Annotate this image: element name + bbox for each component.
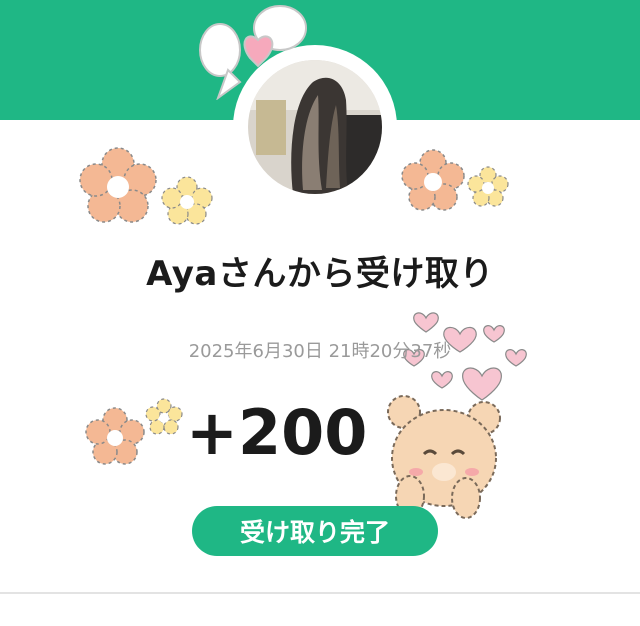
receipt-title: Ayaさんから受け取り [146, 254, 494, 294]
receipt-amount: +200 [186, 396, 368, 469]
flower-icon [466, 166, 510, 214]
flower-icon [78, 146, 158, 230]
flower-icon [144, 398, 184, 442]
divider [0, 592, 640, 594]
flower-icon [400, 148, 466, 218]
status-badge: 受け取り完了 [192, 506, 438, 556]
flower-icon [84, 406, 146, 472]
flower-icon [160, 176, 214, 230]
receipt-timestamp: 2025年6月30日 21時20分37秒 [188, 341, 452, 362]
ribbon-icon [198, 0, 313, 104]
